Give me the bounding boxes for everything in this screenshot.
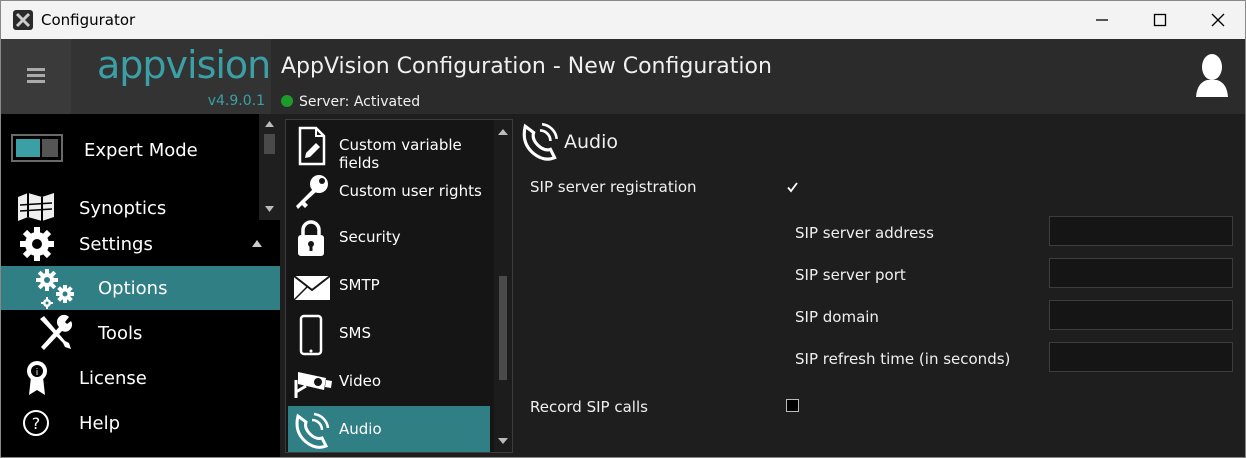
scroll-thumb bbox=[264, 134, 275, 154]
list-item-sms[interactable]: SMS bbox=[288, 310, 490, 356]
list-item-custom-user-rights[interactable]: Custom user rights bbox=[288, 168, 490, 214]
maximize-button[interactable] bbox=[1131, 1, 1189, 39]
nav-item-label: Options bbox=[98, 278, 168, 299]
sip-refresh-time-input[interactable] bbox=[1049, 342, 1233, 372]
sip-server-port-input[interactable] bbox=[1049, 258, 1233, 288]
list-item-label: SMS bbox=[339, 324, 371, 342]
expert-mode-toggle[interactable] bbox=[11, 134, 63, 162]
list-scroll-thumb[interactable] bbox=[499, 276, 507, 380]
list-item-smtp[interactable]: SMTP bbox=[288, 262, 490, 308]
nav-item-label: Tools bbox=[98, 323, 143, 344]
nav-item-tools[interactable]: Tools bbox=[1, 311, 280, 355]
checkmark-icon bbox=[787, 182, 798, 193]
collapse-arrow-icon bbox=[252, 240, 262, 247]
list-item-label: Video bbox=[339, 372, 382, 390]
list-item-audio[interactable]: Audio bbox=[288, 406, 490, 452]
tools-icon bbox=[40, 314, 73, 350]
minimize-icon bbox=[1096, 19, 1108, 21]
sip-domain-input[interactable] bbox=[1049, 300, 1233, 330]
expert-mode-label: Expert Mode bbox=[84, 140, 198, 161]
title-bar: Configurator bbox=[1, 1, 1245, 39]
configurator-window: Configurator appvision v4.9.0.1 AppVisio… bbox=[0, 0, 1246, 458]
document-pen-icon bbox=[298, 126, 326, 166]
map-icon bbox=[18, 193, 54, 221]
list-item-label: Security bbox=[339, 228, 401, 246]
phone-icon bbox=[299, 314, 323, 356]
scroll-up-arrow-icon bbox=[265, 121, 274, 127]
envelope-icon bbox=[293, 275, 331, 301]
sip-registration-checkbox[interactable] bbox=[786, 179, 799, 193]
list-item-label: Custom variable fields bbox=[339, 136, 462, 172]
user-icon bbox=[1196, 54, 1228, 97]
app-icon bbox=[13, 10, 33, 30]
appvision-logo: appvision bbox=[97, 43, 271, 87]
nav-item-label: Help bbox=[79, 413, 121, 434]
side-navigation: Expert Mode Synoptics Settings Options T… bbox=[1, 114, 280, 457]
record-sip-calls-checkbox[interactable] bbox=[786, 399, 799, 412]
svg-text:?: ? bbox=[32, 414, 41, 433]
sip-server-address-label: SIP server address bbox=[795, 224, 934, 242]
hamburger-menu-button[interactable] bbox=[1, 39, 71, 114]
sip-server-port-label: SIP server port bbox=[795, 266, 906, 284]
hamburger-icon bbox=[27, 68, 45, 83]
audio-settings-panel: Audio SIP server registration SIP server… bbox=[517, 114, 1245, 457]
close-icon bbox=[1211, 13, 1225, 27]
sip-server-address-input[interactable] bbox=[1049, 216, 1233, 246]
audio-phone-icon bbox=[295, 412, 330, 449]
list-item-label: SMTP bbox=[339, 276, 380, 294]
help-icon: ? bbox=[23, 410, 49, 436]
logo-area: appvision v4.9.0.1 bbox=[71, 39, 271, 114]
nav-item-label: Synoptics bbox=[79, 198, 167, 219]
version-label: v4.9.0.1 bbox=[207, 93, 265, 109]
sip-registration-label: SIP server registration bbox=[530, 178, 697, 196]
panel-title: Audio bbox=[564, 131, 619, 153]
list-item-label: Audio bbox=[339, 420, 382, 438]
list-item-label: Custom user rights bbox=[339, 182, 482, 200]
key-icon bbox=[296, 175, 328, 209]
status-dot-icon bbox=[281, 95, 293, 107]
nav-item-license[interactable]: i License bbox=[1, 356, 280, 400]
window-title: Configurator bbox=[41, 11, 136, 29]
list-item-custom-variable-fields[interactable]: Custom variable fields bbox=[288, 122, 490, 172]
options-list-panel: Custom variable fields Custom user right… bbox=[280, 114, 517, 457]
scroll-up-arrow-icon bbox=[498, 129, 508, 135]
nav-item-label: Settings bbox=[79, 234, 153, 255]
svg-text:i: i bbox=[36, 368, 39, 378]
app-title: AppVision Configuration - New Configurat… bbox=[281, 54, 772, 79]
license-icon: i bbox=[27, 361, 47, 395]
audio-phone-icon bbox=[522, 122, 559, 161]
list-item-video[interactable]: Video bbox=[288, 358, 490, 404]
sip-domain-label: SIP domain bbox=[795, 308, 879, 326]
scroll-down-arrow-icon bbox=[498, 438, 508, 444]
nav-item-options[interactable]: Options bbox=[1, 266, 280, 310]
lock-icon bbox=[298, 220, 324, 256]
list-item-security[interactable]: Security bbox=[288, 214, 490, 260]
list-scrollbar[interactable] bbox=[494, 120, 512, 452]
server-status-label: Server: Activated bbox=[299, 94, 421, 110]
nav-item-label: License bbox=[79, 368, 147, 389]
minimize-button[interactable] bbox=[1073, 1, 1131, 39]
options-list: Custom variable fields Custom user right… bbox=[285, 119, 513, 453]
gear-icon bbox=[20, 227, 54, 261]
maximize-icon bbox=[1153, 13, 1167, 27]
gears-icon bbox=[36, 269, 74, 309]
sip-refresh-time-label: SIP refresh time (in seconds) bbox=[795, 350, 1011, 368]
close-button[interactable] bbox=[1189, 1, 1245, 39]
user-button[interactable] bbox=[1195, 53, 1229, 103]
nav-item-settings[interactable]: Settings bbox=[1, 222, 280, 266]
app-header: appvision v4.9.0.1 AppVision Configurati… bbox=[1, 39, 1245, 114]
nav-item-help[interactable]: ? Help bbox=[1, 401, 280, 445]
camera-icon bbox=[294, 372, 332, 398]
server-status: Server: Activated bbox=[281, 94, 420, 110]
record-sip-calls-label: Record SIP calls bbox=[530, 398, 648, 416]
